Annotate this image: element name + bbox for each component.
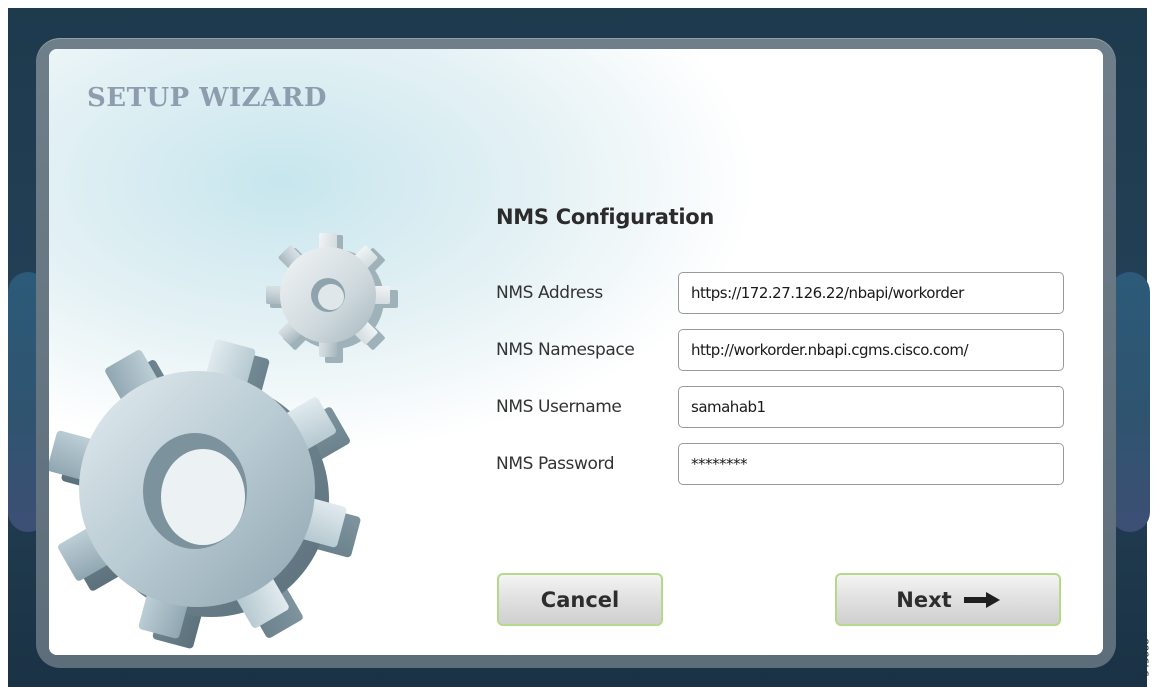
cancel-button[interactable]: Cancel [497,573,663,626]
figure-id: 345888 [1147,630,1155,687]
next-button-label: Next [896,587,952,612]
nms-password-input[interactable] [678,443,1064,485]
nms-password-row: NMS Password [496,442,1066,486]
nms-address-label: NMS Address [496,283,603,303]
next-button[interactable]: Next [835,573,1061,626]
nms-namespace-label: NMS Namespace [496,340,635,360]
nms-password-label: NMS Password [496,454,615,474]
cancel-button-label: Cancel [540,587,620,612]
nms-username-label: NMS Username [496,397,622,417]
nms-address-row: NMS Address [496,271,1066,315]
wizard-panel: SETUP WIZARD NMS Configuration NMS Addre… [49,49,1103,655]
arrow-right-icon [963,591,1000,608]
nms-address-input[interactable] [678,272,1064,314]
figure-id-text: 345888 [1147,638,1152,677]
nms-namespace-input[interactable] [678,329,1064,371]
nms-username-input[interactable] [678,386,1064,428]
right-side-tab [1110,272,1150,532]
gears-icon [49,233,398,649]
section-title: NMS Configuration [496,205,715,229]
nms-username-row: NMS Username [496,385,1066,429]
wizard-title: SETUP WIZARD [87,83,327,113]
nms-namespace-row: NMS Namespace [496,328,1066,372]
